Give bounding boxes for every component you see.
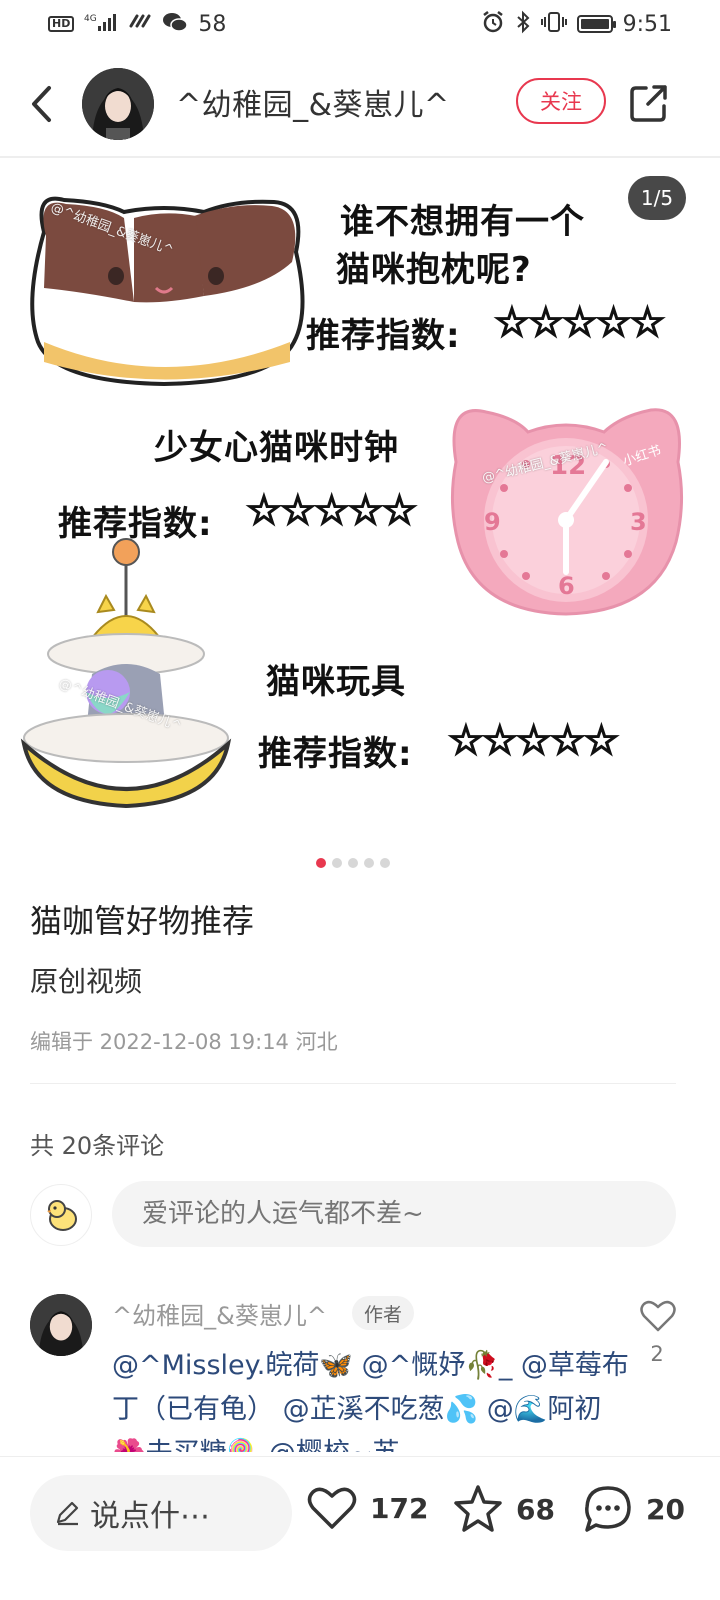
share-icon — [630, 85, 667, 122]
author-name[interactable]: ^幼稚园_&葵崽儿^ — [176, 80, 450, 124]
rating-stars-1: ☆☆☆☆☆ — [493, 299, 666, 347]
comment-input[interactable] — [112, 1181, 676, 1247]
hd-badge: HD — [48, 16, 75, 32]
share-button[interactable] — [628, 82, 670, 124]
status-left: HD 4G 58 — [48, 11, 226, 38]
carousel-dot[interactable] — [364, 858, 374, 868]
post-body: 原创视频 — [30, 965, 143, 998]
item-title-clock: 少女心猫咪时钟 — [154, 428, 399, 468]
image-page-counter: 1/5 — [628, 176, 686, 220]
favorite-button[interactable]: 68 — [452, 1483, 555, 1535]
clock-time: 9:51 — [622, 11, 672, 37]
signal-icon: 4G — [84, 12, 118, 37]
author-tag-badge: 作者 — [352, 1296, 415, 1330]
post-header: ^幼稚园_&葵崽儿^ 关注 — [0, 58, 720, 150]
rating-stars-3: ☆☆☆☆☆ — [447, 717, 620, 765]
clock-number-9: 9 — [484, 508, 501, 536]
comment-total-count: 20 — [646, 1492, 685, 1526]
like-button[interactable]: 172 — [306, 1483, 428, 1533]
comment-bubble-icon — [585, 1486, 631, 1532]
heart-icon — [640, 1300, 676, 1332]
comment-like-button[interactable] — [638, 1296, 678, 1336]
carousel-dot[interactable] — [332, 858, 342, 868]
comment-item: ^幼稚园_&葵崽儿^ 作者 @^Missley.皖荷🦋 @^慨妤🥀_ @草莓布丁… — [30, 1292, 690, 1452]
like-count: 172 — [370, 1491, 429, 1525]
author-avatar[interactable] — [82, 68, 154, 140]
carousel-dot-active[interactable] — [316, 858, 326, 868]
bluetooth-icon — [515, 10, 531, 39]
say-something-input[interactable]: 说点什⋯ — [30, 1475, 292, 1551]
status-bar: HD 4G 58 9:51 — [0, 0, 720, 48]
clock-number-3: 3 — [630, 508, 647, 536]
current-user-avatar — [30, 1184, 92, 1246]
carousel-dot[interactable] — [380, 858, 390, 868]
svg-text:4G: 4G — [84, 14, 97, 24]
post-title: 猫咖管好物推荐 — [30, 902, 255, 940]
follow-button[interactable]: 关注 — [516, 78, 606, 124]
say-something-label: 说点什⋯ — [90, 1499, 210, 1534]
notification-count: 58 — [198, 11, 227, 37]
commenter-name[interactable]: ^幼稚园_&葵崽儿^ — [112, 1296, 327, 1331]
heart-icon — [307, 1487, 357, 1529]
slide-headline-line2: 猫咪抱枕呢? — [336, 250, 532, 290]
comment-text[interactable]: @^Missley.皖荷🦋 @^慨妤🥀_ @草莓布丁（已有龟） @芷溪不吃葱💦 … — [112, 1344, 632, 1452]
comment-like-count: 2 — [650, 1342, 664, 1366]
commenter-avatar[interactable] — [30, 1294, 92, 1356]
battery-icon — [576, 15, 616, 33]
rating-label-3: 推荐指数: — [258, 734, 413, 774]
alarm-icon — [481, 10, 505, 39]
content-divider — [30, 1083, 676, 1084]
favorite-count: 68 — [516, 1492, 555, 1526]
cat-toy-illustration — [20, 538, 232, 809]
post-meta: 编辑于 2022-12-08 19:14 河北 — [30, 1030, 338, 1054]
star-icon — [454, 1485, 502, 1532]
image-carousel[interactable]: 谁不想拥有一个 猫咪抱枕呢? 推荐指数: ☆☆☆☆☆ 少女心猫咪时钟 推荐指数:… — [0, 158, 720, 848]
item-title-toy: 猫咪玩具 — [266, 662, 406, 702]
bottom-action-bar: 说点什⋯ 172 68 20 — [0, 1456, 720, 1600]
vibrate-icon — [540, 10, 567, 39]
wechat-icon — [162, 11, 189, 38]
status-right: 9:51 — [481, 10, 672, 39]
back-button[interactable] — [22, 80, 62, 128]
link-icon — [128, 12, 152, 37]
slide-headline-line1: 谁不想拥有一个 — [340, 202, 585, 242]
comment-count-label: 共 20条评论 — [30, 1132, 165, 1160]
cat-clock-illustration: 12 3 6 9 小红书 — [450, 408, 684, 616]
back-arrow-icon — [32, 86, 51, 122]
clock-number-6: 6 — [558, 572, 575, 600]
duck-avatar-icon — [47, 1200, 77, 1231]
rating-stars-2: ☆☆☆☆☆ — [245, 487, 418, 535]
pencil-icon — [56, 1501, 79, 1526]
carousel-dots — [316, 858, 390, 868]
carousel-dot[interactable] — [348, 858, 358, 868]
comment-button[interactable]: 20 — [582, 1483, 685, 1535]
cat-pillow-illustration — [30, 196, 305, 387]
rating-label-1: 推荐指数: — [306, 316, 461, 356]
